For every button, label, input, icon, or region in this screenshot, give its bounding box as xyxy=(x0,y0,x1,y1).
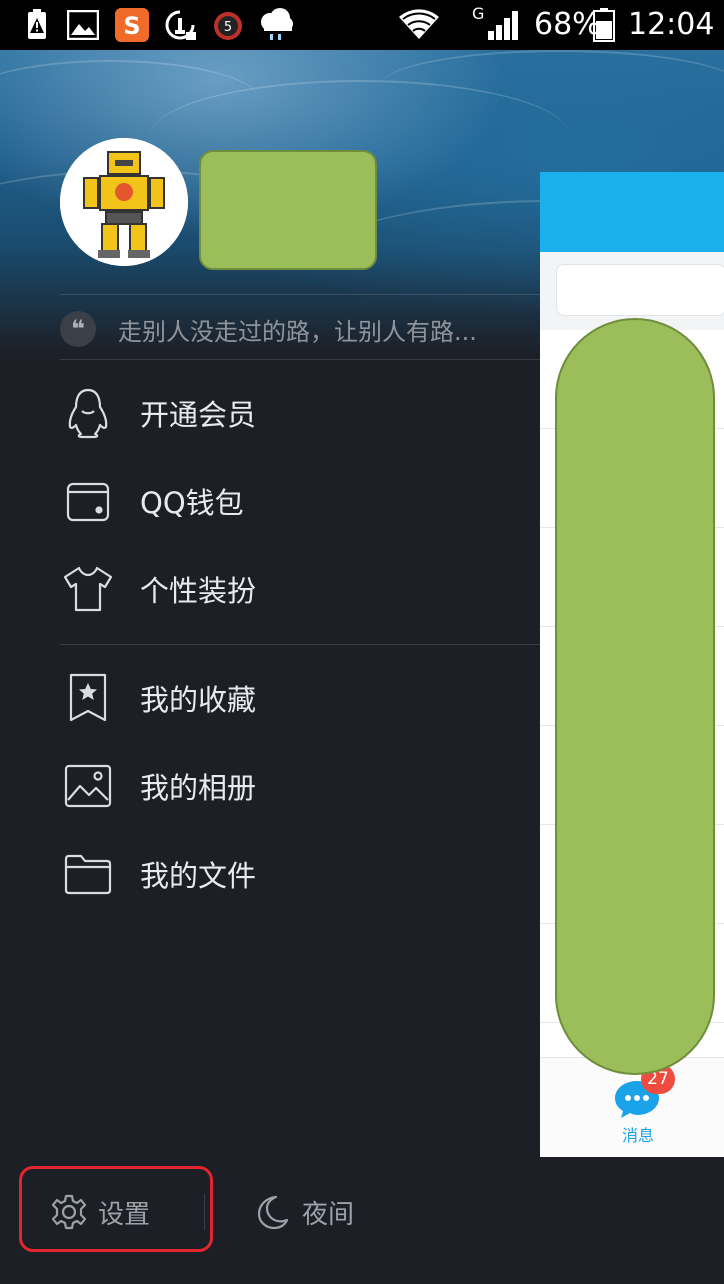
redacted-conversations xyxy=(555,318,715,1075)
warning-battery-icon xyxy=(20,8,54,42)
preview-search-box xyxy=(556,264,724,316)
menu-group-divider xyxy=(60,644,540,645)
network-type: G xyxy=(472,4,485,23)
alarm-icon: 5 xyxy=(210,8,246,42)
menu-item-personalize[interactable]: 个性装扮 xyxy=(60,549,530,629)
gear-icon xyxy=(50,1193,88,1231)
night-mode-label: 夜间 xyxy=(302,1199,355,1230)
night-mode-button[interactable]: 夜间 xyxy=(254,1180,354,1244)
quote-icon: ❝ xyxy=(60,311,96,347)
signature-divider xyxy=(60,359,540,360)
gallery-icon xyxy=(66,8,100,42)
clock: 12:04 xyxy=(628,7,715,42)
menu-item-vip[interactable]: 开通会员 xyxy=(60,373,530,453)
menu-label-personalize: 个性装扮 xyxy=(140,574,257,608)
preview-tab-messages: 消息 xyxy=(621,1126,654,1145)
cleaner-icon xyxy=(162,8,200,42)
wallet-icon xyxy=(60,473,116,529)
signal-icon xyxy=(486,8,522,42)
penguin-icon xyxy=(60,385,116,441)
menu-label-files: 我的文件 xyxy=(140,859,257,893)
photo-album-icon xyxy=(60,758,116,814)
settings-label: 设置 xyxy=(98,1199,151,1230)
qq-side-drawer: S 5 G 68% 12:04 ❝ 走别人没走过的路，让别人有路... 开通会员… xyxy=(0,0,724,1284)
menu-label-vip: 开通会员 xyxy=(140,398,257,432)
svg-text:5: 5 xyxy=(224,20,232,35)
battery-percent: 68% xyxy=(534,7,601,42)
menu-item-files[interactable]: 我的文件 xyxy=(60,834,530,914)
folder-icon xyxy=(60,846,116,902)
sogou-input-icon: S xyxy=(114,8,150,42)
bottom-separator xyxy=(204,1194,205,1230)
menu-item-favorites[interactable]: 我的收藏 xyxy=(60,658,530,738)
wifi-icon xyxy=(396,8,442,42)
settings-button[interactable]: 设置 xyxy=(50,1180,150,1244)
bookmark-star-icon xyxy=(60,670,116,726)
menu-label-qq-wallet: QQ钱包 xyxy=(140,486,244,520)
signature-text: 走别人没走过的路，让别人有路... xyxy=(118,317,477,346)
tshirt-icon xyxy=(60,561,116,617)
preview-title-bar xyxy=(540,172,724,252)
avatar[interactable] xyxy=(60,138,188,266)
signature-row[interactable]: ❝ 走别人没走过的路，让别人有路... xyxy=(60,300,540,358)
menu-item-qq-wallet[interactable]: QQ钱包 xyxy=(60,461,530,541)
status-bar: S 5 G 68% 12:04 xyxy=(0,0,724,50)
menu-item-albums[interactable]: 我的相册 xyxy=(60,746,530,826)
menu-label-favorites: 我的收藏 xyxy=(140,683,257,717)
svg-text:S: S xyxy=(123,12,140,40)
menu-label-albums: 我的相册 xyxy=(140,771,257,805)
header-divider xyxy=(60,294,540,295)
moon-icon xyxy=(254,1194,290,1230)
weather-rain-icon xyxy=(256,8,296,42)
battery-icon xyxy=(592,8,616,42)
redacted-nickname xyxy=(199,150,377,270)
